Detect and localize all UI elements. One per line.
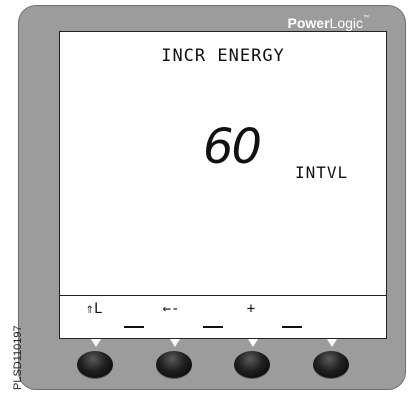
reading-unit: INTVL — [295, 163, 349, 182]
button-pointer — [170, 339, 180, 347]
reading-value: 60 — [203, 119, 262, 175]
lcd-screen: INCR ENERGY 60 INTVL ⇑L ←- + — [59, 31, 387, 339]
brand-logo: PowerLogic™ — [287, 15, 369, 31]
image-code: PLSD110197 — [12, 325, 24, 390]
back-arrow-icon: ←- — [162, 301, 180, 317]
screen-title: INCR ENERGY — [161, 46, 285, 66]
button-pointer — [91, 339, 101, 347]
button-pointer — [327, 339, 337, 347]
plus-icon: + — [246, 301, 256, 317]
softkey-button-4[interactable] — [313, 351, 349, 378]
softkey-button-2[interactable] — [156, 351, 192, 378]
softkey-divider — [282, 326, 302, 328]
softkey-button-3[interactable] — [234, 351, 270, 378]
softkey-divider — [203, 326, 223, 328]
button-pointer — [248, 339, 258, 347]
softkey-bar: ⇑L ←- + — [60, 295, 386, 338]
softkey-divider — [124, 326, 144, 328]
softkey-button-1[interactable] — [77, 351, 113, 378]
up-level-icon: ⇑L — [85, 301, 103, 317]
